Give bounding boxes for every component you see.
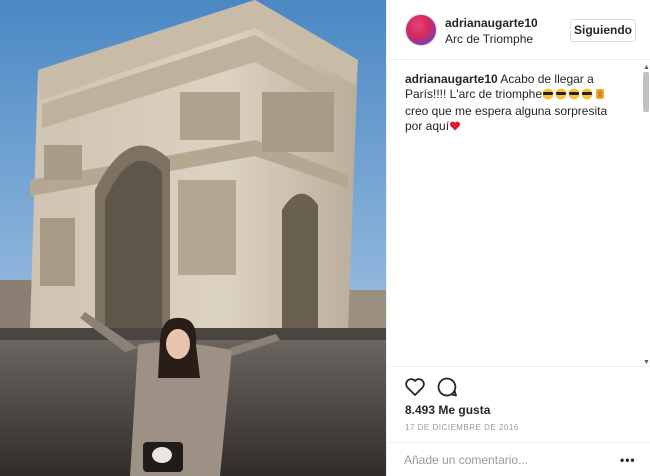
arc-de-triomphe-photo — [0, 0, 386, 476]
sunglasses-icon — [542, 88, 554, 104]
post-sidebar: adrianaugarte10 Arc de Triomphe Siguiend… — [386, 0, 650, 476]
scroll-thumb[interactable] — [643, 72, 649, 112]
heart-outline-icon[interactable] — [403, 375, 427, 399]
post-header: adrianaugarte10 Arc de Triomphe Siguiend… — [387, 0, 650, 60]
comments-scrollbar[interactable]: ▲ ▼ — [641, 64, 650, 366]
caption: adrianaugarte10 Acabo de llegar a París!… — [405, 72, 627, 136]
caption-username[interactable]: adrianaugarte10 — [405, 72, 498, 86]
comment-input[interactable] — [404, 453, 604, 467]
location-link[interactable]: Arc de Triomphe — [445, 32, 533, 46]
sunglasses-icon — [568, 88, 580, 104]
sunglasses-icon — [581, 88, 593, 104]
scroll-down-arrow-icon[interactable]: ▼ — [643, 359, 650, 366]
red-heart-icon — [449, 120, 461, 136]
sunglasses-icon — [555, 88, 567, 104]
following-button[interactable]: Siguiendo — [570, 19, 636, 42]
post-actions: 8.493 Me gusta 17 DE DICIEMBRE DE 2016 •… — [387, 366, 650, 476]
username-link[interactable]: adrianaugarte10 — [445, 16, 538, 30]
speech-bubble-icon[interactable] — [435, 375, 459, 399]
comment-box: ••• — [387, 442, 650, 476]
more-options-icon[interactable]: ••• — [620, 453, 636, 467]
likes-count[interactable]: 8.493 Me gusta — [405, 403, 490, 417]
caption-text-part2: creo que me espera alguna sorpresita por… — [405, 104, 608, 133]
flexed-arm-icon — [594, 88, 606, 104]
post-photo[interactable] — [0, 0, 386, 476]
scroll-up-arrow-icon[interactable]: ▲ — [643, 64, 650, 71]
post-date: 17 DE DICIEMBRE DE 2016 — [405, 423, 519, 432]
avatar[interactable] — [405, 14, 437, 46]
